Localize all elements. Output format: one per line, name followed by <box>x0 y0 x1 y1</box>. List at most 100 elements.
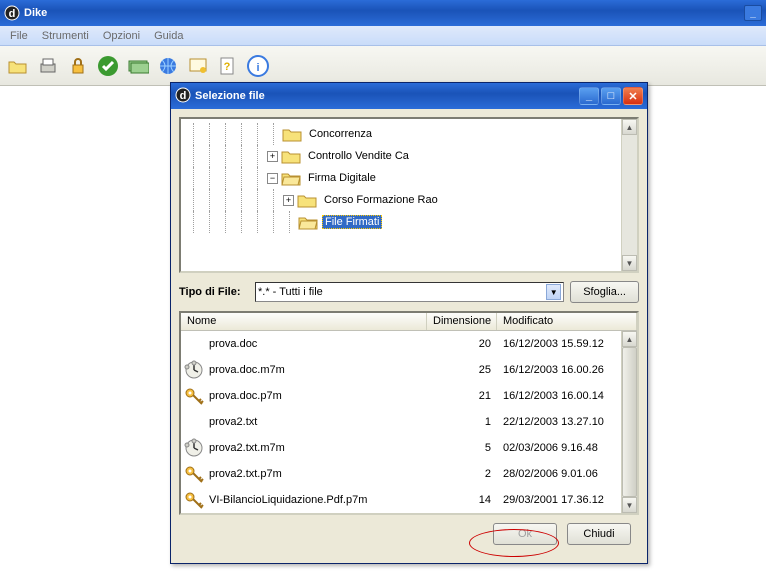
chevron-down-icon: ▼ <box>546 284 561 300</box>
verify-button[interactable] <box>94 52 122 80</box>
expand-icon[interactable]: + <box>267 151 278 162</box>
app-icon: d <box>4 5 20 21</box>
scroll-down-button[interactable]: ▼ <box>622 255 637 271</box>
scroll-down-button[interactable]: ▼ <box>622 497 637 513</box>
list-item[interactable]: prova.doc.p7m2116/12/2003 16.00.14 <box>181 383 637 409</box>
folder-tree[interactable]: Concorrenza + Controllo Vendite Ca − Fir… <box>179 117 639 273</box>
filetype-value: *.* - Tutti i file <box>258 286 323 298</box>
file-name: prova.doc <box>207 338 427 350</box>
dialog-close-button[interactable]: ✕ <box>623 87 643 105</box>
menu-bar: File Strumenti Opzioni Guida <box>0 26 766 46</box>
internet-button[interactable] <box>154 52 182 80</box>
lock-button[interactable] <box>64 52 92 80</box>
main-titlebar: d Dike _ <box>0 0 766 26</box>
file-name: VI-BilancioLiquidazione.Pdf.p7m <box>207 494 427 506</box>
dialog-maximize-button[interactable]: □ <box>601 87 621 105</box>
dialog-titlebar: d Selezione file _ □ ✕ <box>171 83 647 109</box>
menu-opzioni[interactable]: Opzioni <box>97 28 146 44</box>
main-window-buttons: _ <box>744 5 762 21</box>
file-name: prova.doc.p7m <box>207 390 427 402</box>
scroll-up-button[interactable]: ▲ <box>622 119 637 135</box>
tree-item[interactable]: − Firma Digitale <box>185 167 637 189</box>
tree-label: Corso Formazione Rao <box>321 193 441 207</box>
svg-text:d: d <box>9 8 16 20</box>
dialog-title: Selezione file <box>195 90 265 102</box>
tree-item[interactable]: + Controllo Vendite Ca <box>185 145 637 167</box>
list-item[interactable]: prova2.txt.p7m228/02/2006 9.01.06 <box>181 461 637 487</box>
file-name: prova2.txt.m7m <box>207 442 427 454</box>
list-scrollbar[interactable]: ▲ ▼ <box>621 331 637 513</box>
list-item[interactable]: prova2.txt122/12/2003 13.27.10 <box>181 409 637 435</box>
menu-guida[interactable]: Guida <box>148 28 189 44</box>
cash-button[interactable] <box>124 52 152 80</box>
file-key-icon <box>181 385 207 407</box>
main-minimize-button[interactable]: _ <box>744 5 762 21</box>
file-modified: 22/12/2003 13.27.10 <box>497 416 637 428</box>
scroll-thumb[interactable] <box>622 347 637 497</box>
col-name[interactable]: Nome <box>181 313 427 330</box>
dialog-window-buttons: _ □ ✕ <box>579 87 643 105</box>
folder-icon <box>296 191 318 209</box>
tree-scrollbar[interactable]: ▲ ▼ <box>621 119 637 271</box>
file-size: 14 <box>427 494 497 506</box>
file-size: 2 <box>427 468 497 480</box>
col-size[interactable]: Dimensione <box>427 313 497 330</box>
svg-text:i: i <box>256 62 259 74</box>
close-dialog-button[interactable]: Chiudi <box>567 523 631 545</box>
file-key-icon <box>181 463 207 485</box>
tree-label: Concorrenza <box>306 127 375 141</box>
list-item[interactable]: VI-BilancioLiquidazione.Pdf.p7m1429/03/2… <box>181 487 637 513</box>
info-button[interactable]: i <box>244 52 272 80</box>
app-title: Dike <box>24 7 47 19</box>
help-doc-button[interactable]: ? <box>214 52 242 80</box>
tree-item[interactable]: Concorrenza <box>185 123 637 145</box>
list-item[interactable]: prova.doc.m7m2516/12/2003 16.00.26 <box>181 357 637 383</box>
tree-label: File Firmati <box>322 215 382 229</box>
file-clock-icon <box>181 359 207 381</box>
list-item[interactable]: prova2.txt.m7m502/03/2006 9.16.48 <box>181 435 637 461</box>
tree-item-selected[interactable]: File Firmati <box>185 211 637 233</box>
file-modified: 29/03/2001 17.36.12 <box>497 494 637 506</box>
file-size: 25 <box>427 364 497 376</box>
filetype-label: Tipo di File: <box>179 286 249 298</box>
scroll-track[interactable] <box>622 347 637 497</box>
scroll-up-button[interactable]: ▲ <box>622 331 637 347</box>
ok-button[interactable]: Ok <box>493 523 557 545</box>
folder-open-icon <box>297 213 319 231</box>
dialog-minimize-button[interactable]: _ <box>579 87 599 105</box>
file-list[interactable]: Nome Dimensione Modificato prova.doc2016… <box>179 311 639 515</box>
svg-text:d: d <box>180 90 187 102</box>
list-item[interactable]: prova.doc2016/12/2003 15.59.12 <box>181 331 637 357</box>
file-name: prova2.txt <box>207 416 427 428</box>
certificate-button[interactable] <box>184 52 212 80</box>
file-modified: 28/02/2006 9.01.06 <box>497 468 637 480</box>
file-clock-icon <box>181 437 207 459</box>
file-name: prova.doc.m7m <box>207 364 427 376</box>
filetype-select[interactable]: *.* - Tutti i file ▼ <box>255 282 564 302</box>
file-key-icon <box>181 489 207 511</box>
tree-label: Firma Digitale <box>305 171 379 185</box>
svg-text:?: ? <box>224 61 231 73</box>
file-modified: 16/12/2003 15.59.12 <box>497 338 637 350</box>
folder-icon <box>280 147 302 165</box>
collapse-icon[interactable]: − <box>267 173 278 184</box>
open-folder-button[interactable] <box>4 52 32 80</box>
print-button[interactable] <box>34 52 62 80</box>
toolbar: ? i <box>0 46 766 86</box>
expand-icon[interactable]: + <box>283 195 294 206</box>
file-size: 20 <box>427 338 497 350</box>
file-name: prova2.txt.p7m <box>207 468 427 480</box>
browse-button[interactable]: Sfoglia... <box>570 281 639 303</box>
menu-strumenti[interactable]: Strumenti <box>36 28 95 44</box>
tree-item[interactable]: + Corso Formazione Rao <box>185 189 637 211</box>
file-size: 21 <box>427 390 497 402</box>
scroll-track[interactable] <box>622 135 637 255</box>
file-modified: 16/12/2003 16.00.14 <box>497 390 637 402</box>
file-size: 5 <box>427 442 497 454</box>
tree-label: Controllo Vendite Ca <box>305 149 412 163</box>
dialog-icon: d <box>175 87 191 106</box>
folder-open-icon <box>280 169 302 187</box>
list-header: Nome Dimensione Modificato <box>181 313 637 331</box>
menu-file[interactable]: File <box>4 28 34 44</box>
col-modified[interactable]: Modificato <box>497 313 637 330</box>
